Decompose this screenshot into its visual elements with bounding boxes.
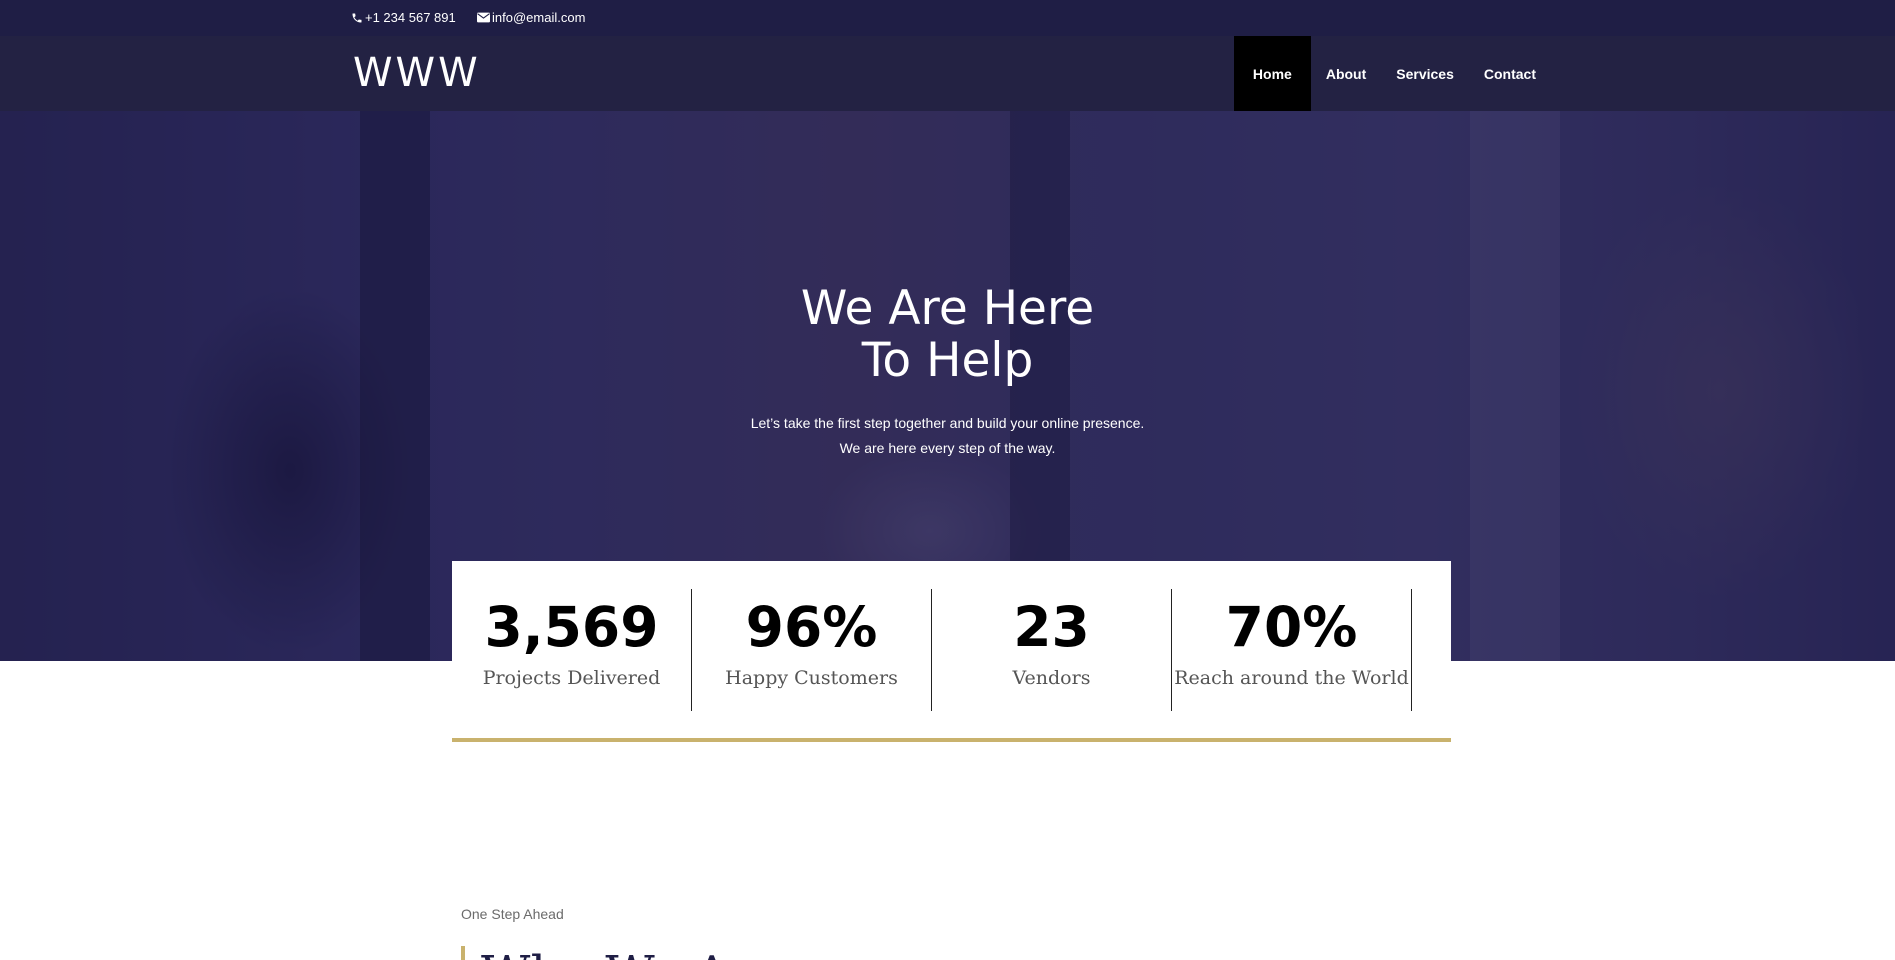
nav-item-services[interactable]: Services <box>1381 36 1469 111</box>
hero-subtitle-line1: Let’s take the first step together and b… <box>750 415 1145 431</box>
envelope-icon <box>477 12 490 23</box>
section-heading: Who We Are <box>461 946 781 960</box>
hero-content: We Are Here To Help Let’s take the first… <box>0 283 1895 461</box>
stat-label: Vendors <box>1012 667 1091 689</box>
hero-title-line2: To Help <box>861 333 1034 388</box>
top-contact-bar: +1 234 567 891 info@email.com <box>0 0 1895 36</box>
nav-item-home[interactable]: Home <box>1233 36 1311 111</box>
email-address: info@email.com <box>492 10 586 25</box>
stat-label: Projects Delivered <box>482 667 661 689</box>
phone-contact[interactable]: +1 234 567 891 <box>351 10 456 25</box>
stats-panel: 3,569 Projects Delivered 96% Happy Custo… <box>452 561 1451 742</box>
stat-vendors: 23 Vendors <box>932 589 1172 711</box>
stat-value: 3,569 <box>484 595 659 659</box>
nav-item-about[interactable]: About <box>1311 36 1381 111</box>
main-header: WWW Home About Services Contact <box>0 36 1895 111</box>
email-contact[interactable]: info@email.com <box>477 10 585 25</box>
stat-label: Happy Customers <box>725 667 898 689</box>
hero-subtitle: Let’s take the first step together and b… <box>0 411 1895 461</box>
phone-number: +1 234 567 891 <box>365 10 456 25</box>
nav-item-contact[interactable]: Contact <box>1469 36 1551 111</box>
site-logo[interactable]: WWW <box>353 53 481 93</box>
stat-label: Reach around the World <box>1174 667 1409 689</box>
stat-value: 23 <box>1013 595 1090 659</box>
stat-happy-customers: 96% Happy Customers <box>692 589 932 711</box>
section-heading-text: Who We Are <box>481 946 781 960</box>
stat-world-reach: 70% Reach around the World <box>1172 589 1412 711</box>
hero-title-line1: We Are Here <box>800 281 1095 336</box>
stat-projects-delivered: 3,569 Projects Delivered <box>452 589 692 711</box>
phone-icon <box>352 13 362 22</box>
hero-title: We Are Here To Help <box>0 283 1895 387</box>
section-kicker: One Step Ahead <box>461 906 564 922</box>
hero-subtitle-line2: We are here every step of the way. <box>839 440 1056 456</box>
stat-value: 70% <box>1225 595 1358 659</box>
main-navigation: Home About Services Contact <box>1233 36 1551 111</box>
stat-value: 96% <box>745 595 878 659</box>
